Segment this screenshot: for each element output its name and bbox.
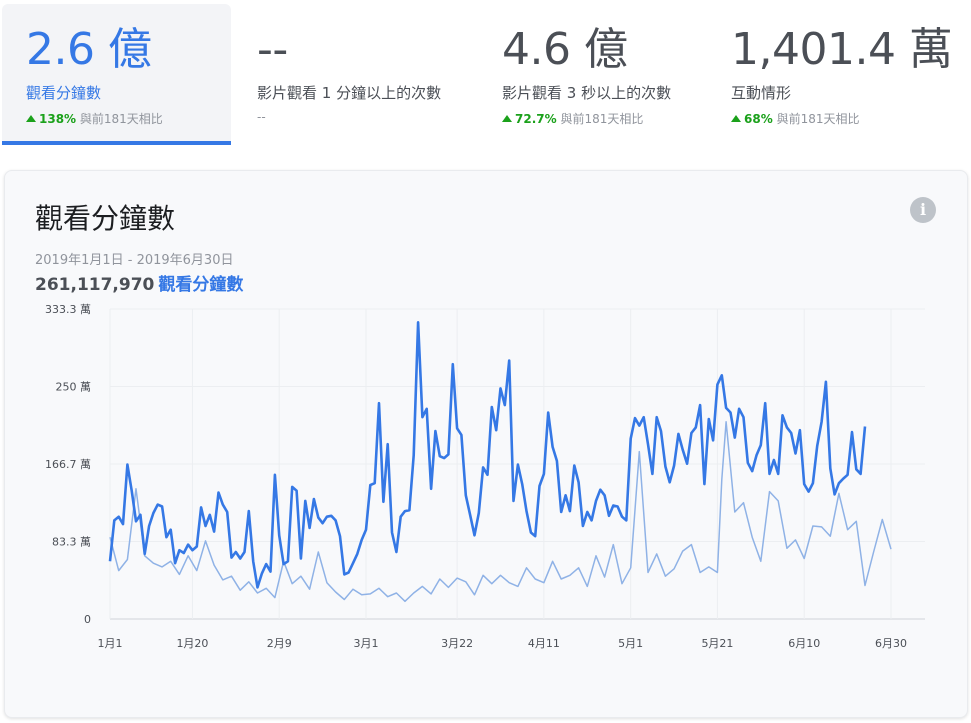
- x-tick-label: 3月22: [441, 637, 473, 650]
- x-tick-label: 1月20: [176, 637, 208, 650]
- y-tick-label: 166.7 萬: [45, 458, 91, 471]
- x-tick-label: 6月30: [875, 637, 907, 650]
- x-tick-label: 1月1: [98, 637, 123, 650]
- x-tick-label: 4月11: [528, 637, 560, 650]
- x-tick-label: 5月1: [618, 637, 643, 650]
- x-tick-label: 3月1: [353, 637, 378, 650]
- y-tick-label: 333.3 萬: [45, 303, 91, 316]
- x-tick-label: 5月21: [701, 637, 733, 650]
- y-tick-label: 83.3 萬: [52, 536, 91, 549]
- y-tick-label: 250 萬: [56, 380, 92, 393]
- series-current-line: [108, 321, 867, 589]
- x-tick-label: 2月9: [267, 637, 292, 650]
- y-tick-label: 0: [84, 613, 91, 626]
- x-tick-label: 6月10: [788, 637, 820, 650]
- line-chart: 0 83.3 萬 166.7 萬 250 萬 333.3 萬 1月1 1月20 2月9 3月1 3…: [45, 303, 925, 650]
